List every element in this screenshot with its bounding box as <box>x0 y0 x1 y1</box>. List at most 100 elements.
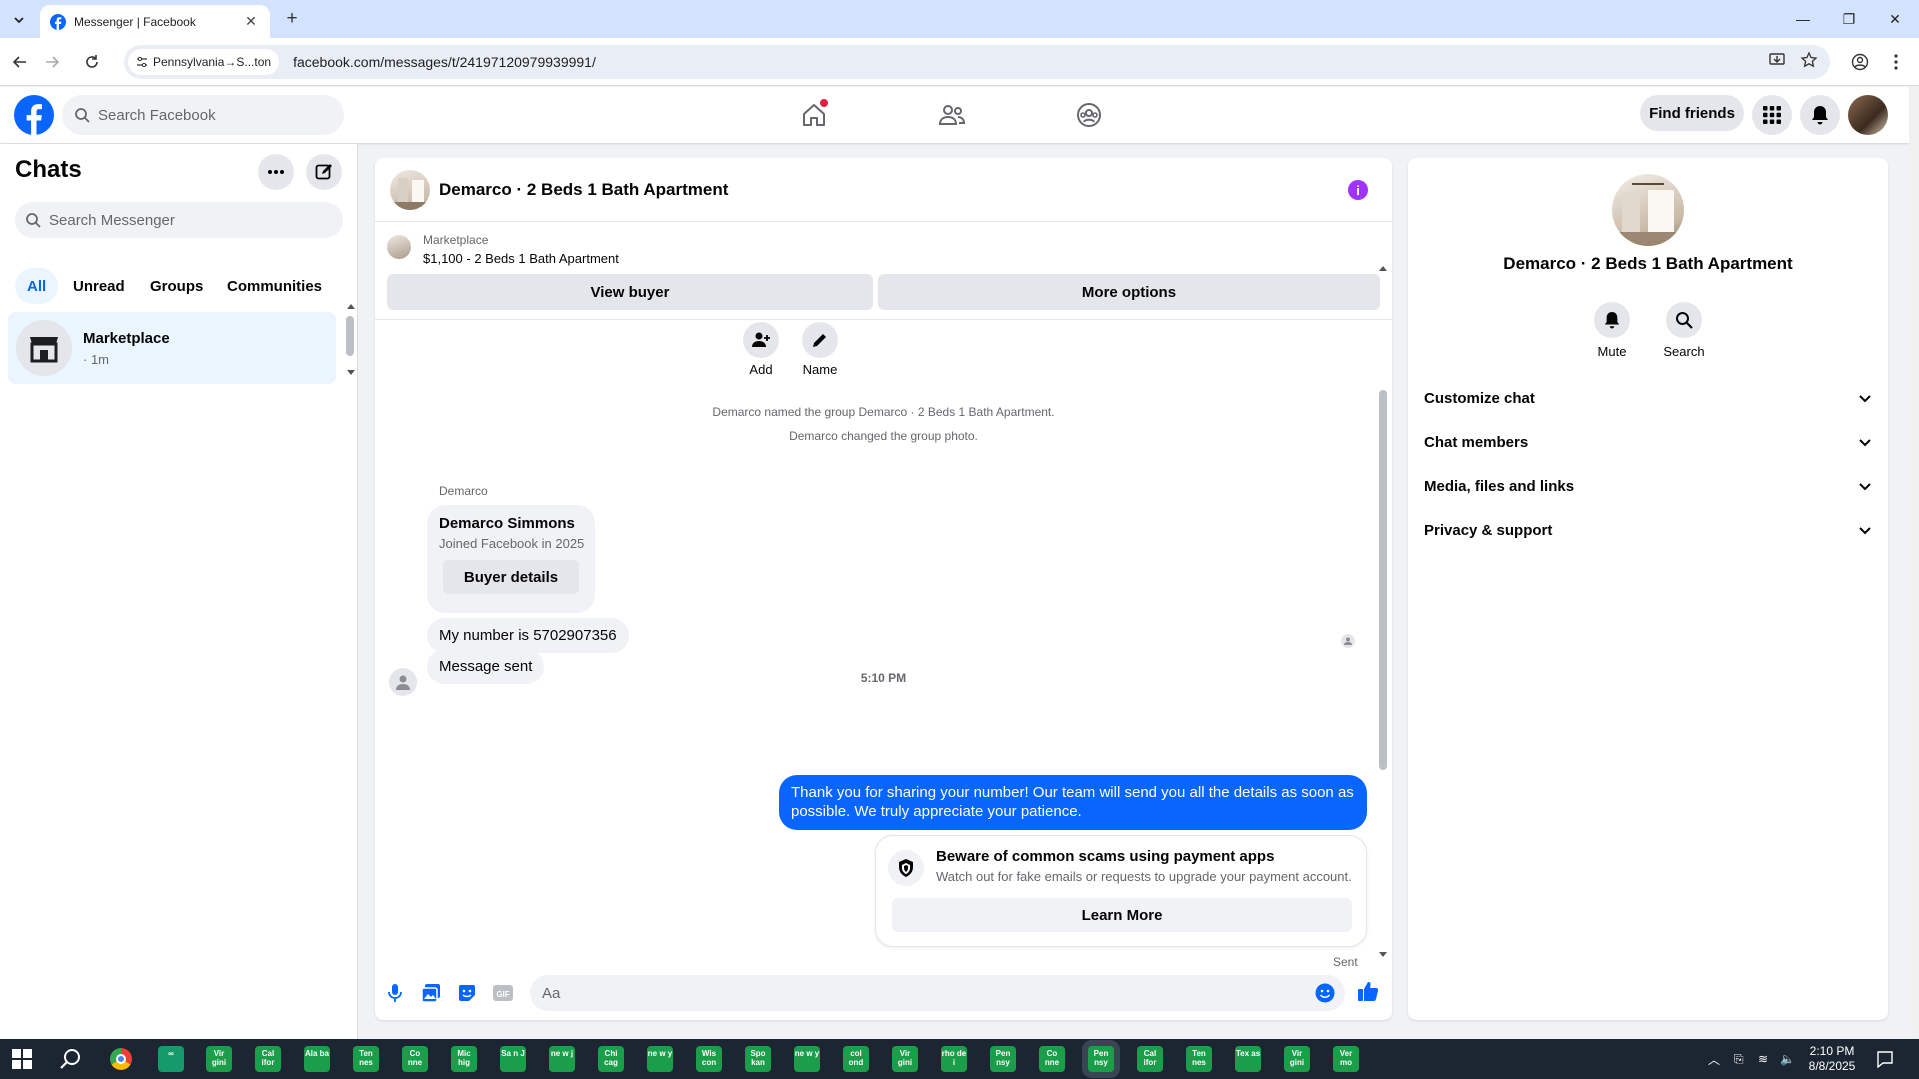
taskbar-app-icon[interactable]: Vir gini <box>892 1046 918 1072</box>
home-icon[interactable] <box>796 97 832 133</box>
listing-title[interactable]: $1,100 - 2 Beds 1 Bath Apartment <box>423 251 619 266</box>
taskbar-app-icon[interactable]: Vir gini <box>1284 1046 1310 1072</box>
notification-center-icon[interactable] <box>1876 1050 1894 1068</box>
chat-list-scroll-up-icon[interactable] <box>347 304 355 309</box>
listing-thumbnail[interactable] <box>387 235 411 259</box>
url-text[interactable]: facebook.com/messages/t/2419712097993999… <box>293 54 596 70</box>
section-privacy-support[interactable]: Privacy & support <box>1424 512 1872 548</box>
forward-icon[interactable] <box>40 50 64 74</box>
taskbar-app-icon[interactable]: Ten nes <box>353 1046 379 1072</box>
facebook-search-input[interactable]: Search Facebook <box>62 95 344 135</box>
chat-list-scroll-down-icon[interactable] <box>347 370 355 375</box>
chat-list-item[interactable]: Marketplace · 1m <box>8 312 336 384</box>
conversation-info-icon[interactable]: i <box>1348 180 1368 200</box>
menu-grid-icon[interactable] <box>1752 95 1792 135</box>
new-message-button[interactable] <box>306 154 342 190</box>
taskbar-app-icon[interactable]: Ala ba <box>304 1046 330 1072</box>
browser-tab[interactable]: Messenger | Facebook ✕ <box>40 5 270 38</box>
taskbar-app-icon[interactable]: Sa n J <box>500 1046 526 1072</box>
view-buyer-button[interactable]: View buyer <box>387 274 873 310</box>
omnibox[interactable]: Pennsylvania→S...ton facebook.com/messag… <box>124 45 1830 79</box>
gif-icon[interactable]: GIF <box>491 981 515 1005</box>
browser-menu-icon[interactable] <box>1884 50 1908 74</box>
taskbar-app-icon[interactable]: Wis con <box>696 1046 722 1072</box>
page-scrollbar[interactable] <box>1909 87 1919 1039</box>
chat-list-scrollbar[interactable] <box>346 316 354 356</box>
facebook-logo-icon[interactable] <box>14 95 54 135</box>
details-avatar[interactable] <box>1612 174 1684 246</box>
filter-unread[interactable]: Unread <box>61 268 137 304</box>
thread-scroll-up-icon[interactable] <box>1379 266 1387 271</box>
taskbar-app-icon[interactable]: Ver mo <box>1333 1046 1359 1072</box>
taskbar-app-icon[interactable]: Spo kan <box>745 1046 771 1072</box>
windows-start-icon[interactable] <box>12 1049 32 1069</box>
taskbar-app-icon[interactable]: Tex as <box>1235 1046 1261 1072</box>
chrome-icon[interactable] <box>110 1048 132 1070</box>
taskbar-app-icon[interactable]: ne w j <box>549 1046 575 1072</box>
taskbar-app-icon[interactable]: Cal ifor <box>1137 1046 1163 1072</box>
filter-communities[interactable]: Communities <box>215 268 334 304</box>
taskbar-app-icon[interactable]: Chi cag <box>598 1046 624 1072</box>
section-customize-chat[interactable]: Customize chat <box>1424 380 1872 416</box>
back-icon[interactable] <box>8 50 32 74</box>
minimize-icon[interactable]: — <box>1780 0 1826 38</box>
add-people-action[interactable]: Add <box>736 322 786 377</box>
taskbar-app-icon[interactable]: ne w y <box>794 1046 820 1072</box>
chats-options-button[interactable] <box>258 154 294 190</box>
taskbar-app-icon[interactable]: Cal ifor <box>255 1046 281 1072</box>
tab-close-icon[interactable]: ✕ <box>242 13 260 31</box>
emoji-icon[interactable] <box>1315 983 1335 1003</box>
sticker-icon[interactable] <box>455 981 479 1005</box>
tray-network-icon[interactable]: ⎘ <box>1734 1039 1744 1079</box>
groups-icon[interactable] <box>1071 97 1107 133</box>
tray-volume-icon[interactable]: 🔈 <box>1780 1039 1795 1079</box>
thread-scrollbar[interactable] <box>1379 390 1387 770</box>
taskbar-app-icon[interactable]: Co nne <box>1039 1046 1065 1072</box>
window-close-icon[interactable]: ✕ <box>1872 0 1918 38</box>
taskbar-app-icon[interactable]: Co nne <box>402 1046 428 1072</box>
install-app-icon[interactable] <box>1768 51 1786 69</box>
restore-icon[interactable]: ❐ <box>1826 0 1872 38</box>
account-avatar[interactable] <box>1848 95 1888 135</box>
attach-photo-icon[interactable] <box>419 981 443 1005</box>
taskbar-app-icon[interactable]: rho de i <box>941 1046 967 1072</box>
taskbar-app-icon[interactable]: Ten nes <box>1186 1046 1212 1072</box>
microphone-icon[interactable] <box>383 981 407 1005</box>
more-options-button[interactable]: More options <box>878 274 1380 310</box>
bookmark-star-icon[interactable] <box>1800 51 1818 69</box>
taskbar-app-icon[interactable]: Vir gini <box>206 1046 232 1072</box>
tray-chevron-icon[interactable]: ︿ <box>1708 1039 1720 1079</box>
reload-icon[interactable] <box>80 50 104 74</box>
friends-icon[interactable] <box>934 97 970 133</box>
like-thumb-icon[interactable] <box>1356 979 1380 1003</box>
section-media-files-links[interactable]: Media, files and links <box>1424 468 1872 504</box>
section-chat-members[interactable]: Chat members <box>1424 424 1872 460</box>
taskbar-clock[interactable]: 2:10 PM 8/8/2025 <box>1798 1044 1866 1074</box>
conversation-avatar[interactable] <box>390 170 430 210</box>
taskbar-app-icon[interactable]: col ond <box>843 1046 869 1072</box>
tray-wifi-icon[interactable]: ≋ <box>1758 1039 1768 1079</box>
name-group-action[interactable]: Name <box>795 322 845 377</box>
message-input[interactable]: Aa <box>530 975 1345 1011</box>
profile-icon[interactable] <box>1848 50 1872 74</box>
messenger-search-input[interactable]: Search Messenger <box>15 202 343 238</box>
outgoing-message[interactable]: Thank you for sharing your number! Our t… <box>779 775 1367 830</box>
mute-action[interactable]: Mute <box>1582 302 1642 359</box>
find-friends-button[interactable]: Find friends <box>1640 95 1744 131</box>
new-tab-icon[interactable]: + <box>281 8 303 30</box>
learn-more-button[interactable]: Learn More <box>892 898 1352 932</box>
thread-scroll-down-icon[interactable] <box>1379 952 1387 957</box>
taskbar-app-icon[interactable]: Mic hig <box>451 1046 477 1072</box>
filter-groups[interactable]: Groups <box>138 268 215 304</box>
taskbar-app-infinity-icon[interactable]: ∞ <box>158 1046 184 1072</box>
taskbar-app-icon[interactable]: ne w y <box>647 1046 673 1072</box>
incoming-message[interactable]: My number is 5702907356 <box>427 618 629 653</box>
search-conversation-action[interactable]: Search <box>1654 302 1714 359</box>
buyer-details-button[interactable]: Buyer details <box>443 560 579 594</box>
conversation-title[interactable]: Demarco · 2 Beds 1 Bath Apartment <box>439 180 728 200</box>
taskbar-app-icon[interactable]: Pen nsy <box>990 1046 1016 1072</box>
taskbar-app-icon[interactable]: Pen nsy <box>1088 1046 1114 1072</box>
site-info-chip[interactable]: Pennsylvania→S...ton <box>128 49 280 75</box>
taskbar-search-icon[interactable] <box>60 1048 82 1070</box>
notifications-bell-icon[interactable] <box>1800 95 1840 135</box>
